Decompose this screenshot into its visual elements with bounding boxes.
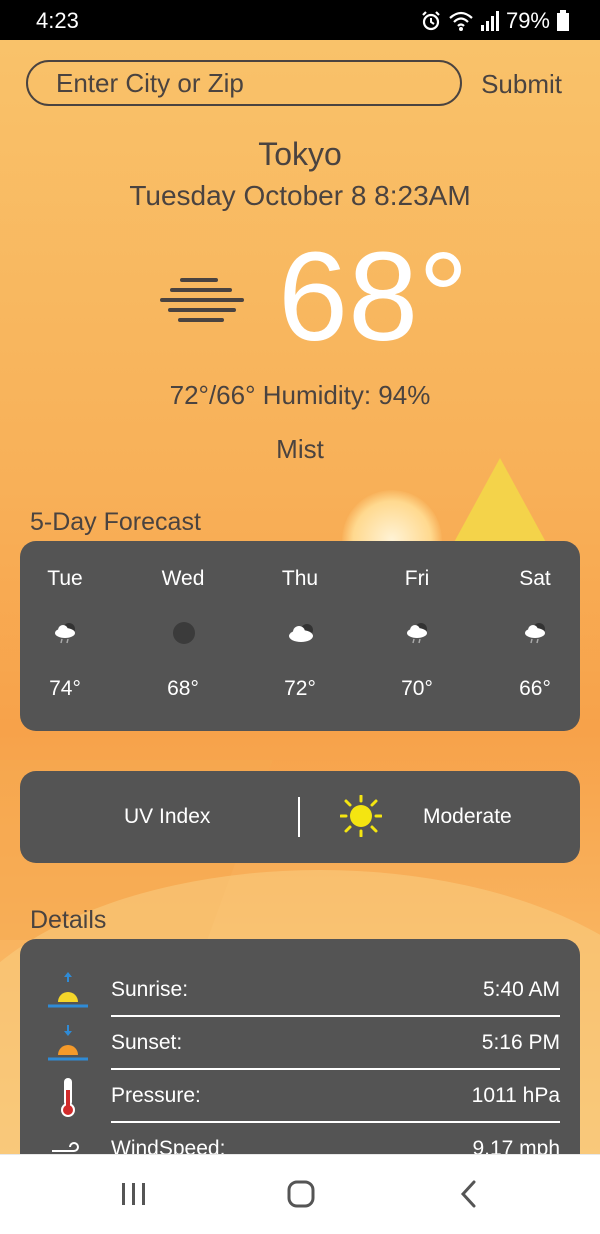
navigation-bar xyxy=(0,1154,600,1234)
battery-percent: 79% xyxy=(505,8,550,33)
current-temperature: 68° xyxy=(278,226,469,367)
moon-icon xyxy=(173,622,195,644)
cloud-rain-icon xyxy=(525,623,545,644)
weather-condition: Mist xyxy=(276,434,324,464)
detail-value: 9.17 mph xyxy=(472,1137,560,1154)
weather-app: Submit Tokyo Tuesday October 8 8:23AM 68… xyxy=(0,40,600,1154)
wind-icon xyxy=(52,1142,79,1152)
forecast-day-name: Tue xyxy=(47,567,83,590)
forecast-day-name: Sat xyxy=(519,567,551,590)
forecast-card: Tue 74° Wed 68° Thu 72° Fri 70° Sat 66° xyxy=(20,541,580,731)
status-icons: 79% xyxy=(420,8,570,34)
cloud-icon xyxy=(289,624,313,642)
forecast-temp: 72° xyxy=(284,677,316,700)
forecast-day-name: Fri xyxy=(404,567,430,590)
alarm-icon xyxy=(422,11,440,31)
forecast-temp: 68° xyxy=(167,677,199,700)
uv-index-value: Moderate xyxy=(423,805,512,828)
detail-row: Sunset: 5:16 PM xyxy=(40,1017,560,1070)
cloud-rain-icon xyxy=(407,623,427,644)
details-card: Sunrise: 5:40 AM Sunset: 5:16 PM Pressur… xyxy=(20,939,580,1154)
recent-apps-icon[interactable] xyxy=(114,1177,154,1213)
forecast-temp: 70° xyxy=(401,677,433,700)
back-icon[interactable] xyxy=(450,1177,490,1213)
detail-label: Sunset: xyxy=(111,1031,183,1054)
wifi-icon xyxy=(449,11,473,31)
status-bar: 4:23 79% xyxy=(0,0,600,40)
detail-label: Pressure: xyxy=(111,1084,201,1107)
city-search-input[interactable] xyxy=(26,60,462,106)
uv-index-card: UV Index Moderate xyxy=(20,771,580,863)
detail-row: WindSpeed: 9.17 mph xyxy=(40,1123,560,1154)
submit-button[interactable]: Submit xyxy=(481,60,562,108)
mist-icon xyxy=(160,278,244,322)
forecast-temp: 66° xyxy=(519,677,551,700)
detail-label: Sunrise: xyxy=(111,978,189,1001)
battery-icon xyxy=(557,10,569,31)
forecast-temp: 74° xyxy=(49,677,81,700)
sunset-icon xyxy=(48,1025,88,1061)
current-datetime: Tuesday October 8 8:23AM xyxy=(129,180,471,211)
detail-value: 5:40 AM xyxy=(482,978,560,1001)
status-time: 4:23 xyxy=(36,8,79,33)
forecast-day-name: Thu xyxy=(281,567,319,590)
forecast-title: 5-Day Forecast xyxy=(30,508,201,536)
details-title: Details xyxy=(30,906,107,934)
cloud-rain-icon xyxy=(55,623,75,644)
uv-divider xyxy=(298,797,300,837)
high-low-humidity: 72°/66° Humidity: 94% xyxy=(169,380,431,410)
signal-icon xyxy=(480,11,499,31)
forecast-day-name: Wed xyxy=(161,567,205,590)
detail-label: WindSpeed: xyxy=(111,1137,226,1154)
detail-row: Pressure: 1011 hPa xyxy=(40,1070,560,1123)
uv-index-label: UV Index xyxy=(124,805,211,828)
thermometer-icon xyxy=(61,1078,75,1117)
detail-value: 5:16 PM xyxy=(481,1031,560,1054)
detail-value: 1011 hPa xyxy=(471,1084,560,1107)
search-bar: Submit xyxy=(26,60,574,110)
sun-icon xyxy=(340,795,382,837)
home-icon[interactable] xyxy=(281,1177,321,1213)
detail-row: Sunrise: 5:40 AM xyxy=(40,964,560,1017)
sunrise-icon xyxy=(48,972,88,1008)
city-name: Tokyo xyxy=(258,136,342,172)
